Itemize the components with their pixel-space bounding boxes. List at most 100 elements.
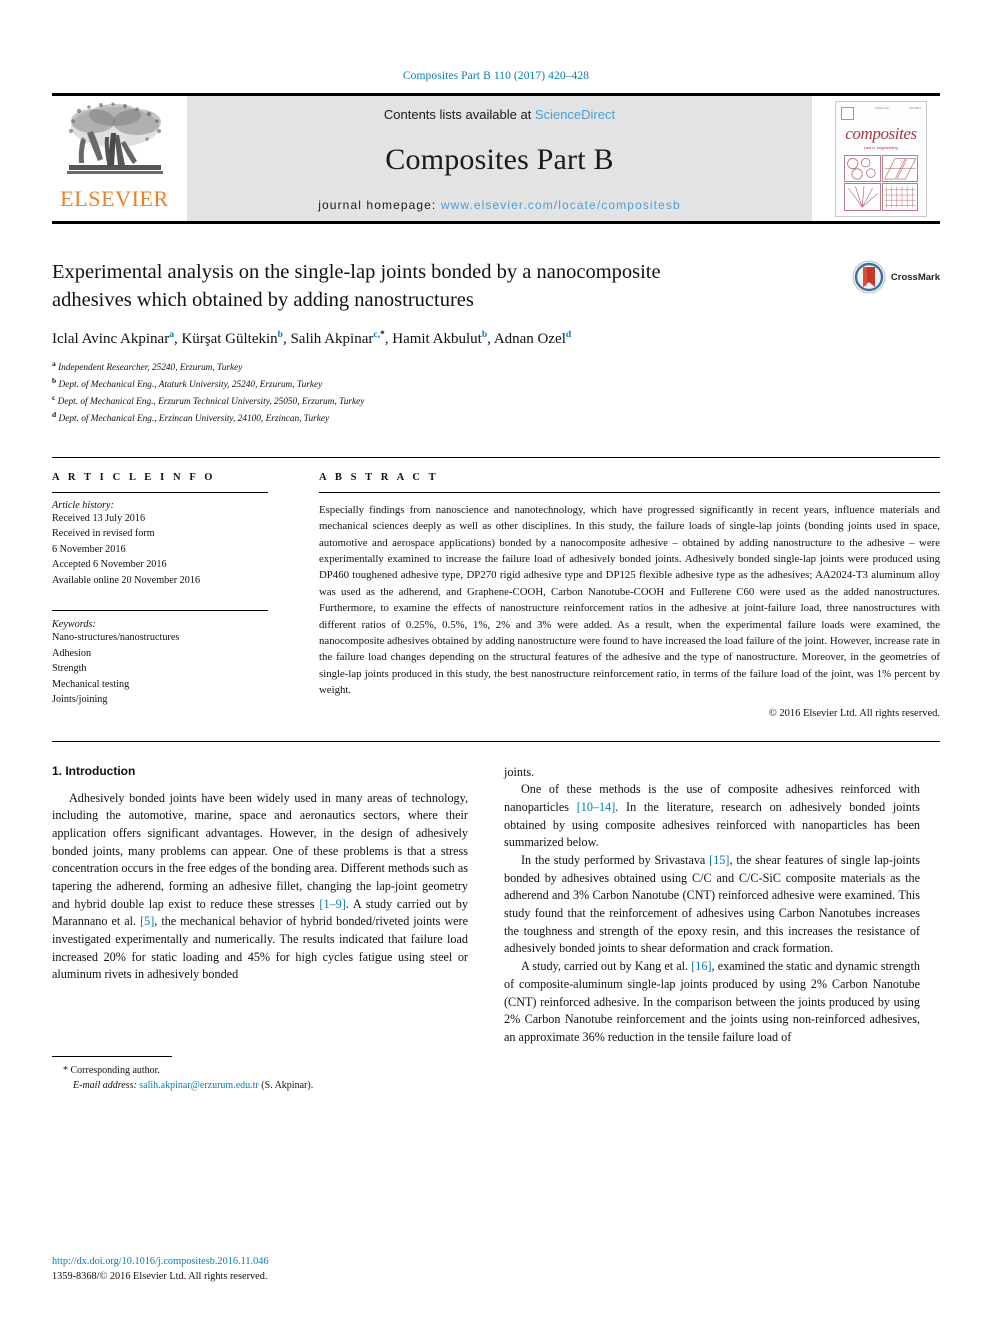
affiliation-mark: d	[52, 410, 57, 420]
keyword-item: Nano-structures/nanostructures	[52, 632, 180, 644]
crossmark-label: CrossMark	[890, 271, 940, 283]
citation-ref-16[interactable]: [16]	[691, 959, 711, 973]
footnote-block: * Corresponding author. E-mail address: …	[52, 1056, 468, 1093]
affiliation-list: a Independent Researcher, 25240, Erzurum…	[52, 358, 940, 427]
abstract-heading: A B S T R A C T	[319, 471, 439, 483]
affiliation-text: Dept. of Mechanical Eng., Ataturk Univer…	[58, 380, 323, 391]
article-history-line: 6 November 2016	[52, 543, 126, 555]
journal-homepage-line: journal homepage: www.elsevier.com/locat…	[318, 198, 680, 212]
info-abstract-row: A R T I C L E I N F O Article history: R…	[52, 456, 940, 719]
elsevier-wordmark: ELSEVIER	[60, 186, 169, 211]
abstract-rule	[319, 491, 940, 493]
body-column-left: 1. Introduction Adhesively bonded joints…	[52, 764, 468, 1094]
running-head: Composites Part B 110 (2017) 420–428	[402, 70, 590, 82]
contents-prefix: Contents lists available at	[383, 107, 535, 122]
cover-figure-cell	[844, 154, 881, 182]
elsevier-logo-block: ELSEVIER	[52, 96, 177, 221]
journal-masthead: ELSEVIER Contents lists available at Sci…	[52, 93, 940, 224]
article-info-column: A R T I C L E I N F O Article history: R…	[52, 472, 284, 719]
affiliation-text: Dept. of Mechanical Eng., Erzincan Unive…	[58, 414, 330, 425]
cover-figure-grid	[844, 154, 918, 211]
cover-date-label: April 2017	[909, 106, 921, 110]
affiliation-text: Independent Researcher, 25240, Erzurum, …	[58, 362, 243, 373]
author-name: Salih Akpinar	[290, 330, 374, 347]
doi-link[interactable]: http://dx.doi.org/10.1016/j.compositesb.…	[52, 1255, 269, 1270]
article-history-line: Accepted 6 November 2016	[52, 559, 167, 571]
author-affil-mark: d	[565, 329, 572, 340]
affiliation-mark: b	[52, 376, 57, 386]
affiliation-item: a Independent Researcher, 25240, Erzurum…	[52, 358, 940, 375]
crossmark-icon	[852, 260, 886, 294]
keywords-label: Keywords:	[52, 619, 96, 631]
body-columns: 1. Introduction Adhesively bonded joints…	[52, 764, 940, 1094]
citation-ref-15[interactable]: [15]	[709, 853, 729, 867]
cover-subtitle: part b: engineering	[864, 144, 898, 150]
issn-copyright-line: 1359-8368/© 2016 Elsevier Ltd. All right…	[52, 1271, 268, 1283]
cover-header-row: Volume 110 April 2017	[836, 102, 926, 120]
citation-ref-5[interactable]: [5]	[140, 914, 154, 928]
cover-wordmark: composites	[845, 123, 917, 143]
author-name: Kürşat Gültekin	[181, 330, 278, 347]
citation-ref-10-14[interactable]: [10–14]	[577, 800, 616, 814]
keyword-item: Strength	[52, 663, 87, 675]
affiliation-item: c Dept. of Mechanical Eng., Erzurum Tech…	[52, 392, 940, 409]
body-paragraph: A study, carried out by Kang et al. [16]…	[504, 958, 920, 1046]
author-name: Adnan Ozel	[493, 330, 566, 347]
article-info-heading: A R T I C L E I N F O	[52, 471, 216, 483]
body-paragraph: In the study performed by Srivastava [15…	[504, 852, 920, 958]
cover-figure-cell	[881, 183, 918, 211]
paragraph-text: Adhesively bonded joints have been widel…	[52, 790, 468, 911]
homepage-prefix: journal homepage:	[318, 198, 441, 212]
abstract-text: Especially findings from nanoscience and…	[319, 503, 940, 697]
journal-homepage-link[interactable]: www.elsevier.com/locate/compositesb	[441, 198, 681, 212]
article-info-rule	[52, 491, 268, 493]
abstract-copyright: © 2016 Elsevier Ltd. All rights reserved…	[768, 707, 940, 719]
affiliation-text: Dept. of Mechanical Eng., Erzurum Techni…	[57, 397, 365, 408]
affiliation-item: d Dept. of Mechanical Eng., Erzincan Uni…	[52, 409, 940, 426]
footnote-star: *	[63, 1065, 68, 1077]
author-affil-mark: c,	[373, 329, 380, 340]
body-column-right: joints. One of these methods is the use …	[504, 764, 920, 1094]
article-history-line: Received 13 July 2016	[52, 512, 146, 524]
cover-elsevier-icon	[841, 106, 854, 120]
elsevier-tree-icon	[66, 102, 163, 174]
author-sep: ,	[487, 330, 494, 347]
article-history-line: Received in revised form	[52, 528, 155, 540]
keyword-item: Mechanical testing	[52, 678, 130, 690]
sciencedirect-link[interactable]: ScienceDirect	[535, 107, 615, 122]
article-history-line: Available online 20 November 2016	[52, 574, 201, 586]
contents-available-line: Contents lists available at ScienceDirec…	[384, 107, 615, 122]
journal-band: Contents lists available at ScienceDirec…	[187, 96, 812, 221]
page-title: Experimental analysis on the single-lap …	[52, 261, 661, 312]
paper-page: Composites Part B 110 (2017) 420–428 ELS…	[0, 0, 992, 1323]
corresponding-author-note: * Corresponding author. E-mail address: …	[52, 1063, 468, 1093]
citation-ref-1-9[interactable]: [1–9]	[319, 897, 345, 911]
author-list: Iclal Avinc Akpinara, Kürşat Gültekinb, …	[52, 329, 940, 349]
keyword-item: Joints/joining	[52, 694, 108, 706]
footnote-text: Corresponding author.	[70, 1065, 160, 1077]
body-paragraph-continuation: joints.	[504, 764, 535, 779]
crossmark-badge[interactable]: CrossMark	[852, 260, 940, 294]
keyword-item: Adhesion	[52, 647, 92, 659]
cover-volume-label: Volume 110	[874, 106, 889, 110]
article-history-label: Article history:	[52, 499, 114, 511]
cover-figure-cell	[881, 154, 918, 182]
keywords-block: Keywords: Nano-structures/nanostructures…	[52, 610, 268, 708]
journal-title: Composites Part B	[385, 143, 614, 176]
journal-cover-block: Volume 110 April 2017 composites part b:…	[822, 96, 940, 221]
cover-figure-cell	[844, 183, 881, 211]
abstract-column: A B S T R A C T Especially findings from…	[284, 472, 940, 719]
journal-cover-thumbnail: Volume 110 April 2017 composites part b:…	[835, 100, 927, 217]
author-name: Hamit Akbulut	[392, 330, 482, 347]
corresponding-email-link[interactable]: salih.akpinar@erzurum.edu.tr	[139, 1080, 258, 1091]
email-suffix: (S. Akpinar).	[258, 1080, 314, 1092]
body-paragraph: Adhesively bonded joints have been widel…	[52, 790, 468, 985]
paragraph-text: , the shear features of single lap-joint…	[504, 853, 920, 956]
affiliation-item: b Dept. of Mechanical Eng., Ataturk Univ…	[52, 375, 940, 392]
affiliation-mark: c	[52, 393, 56, 403]
paragraph-text: A study, carried out by Kang et al.	[521, 959, 692, 974]
author-name: Iclal Avinc Akpinar	[52, 330, 170, 347]
title-block: Experimental analysis on the single-lap …	[52, 258, 940, 315]
body-separator-rule	[52, 740, 940, 742]
page-footer: http://dx.doi.org/10.1016/j.compositesb.…	[52, 1255, 269, 1285]
